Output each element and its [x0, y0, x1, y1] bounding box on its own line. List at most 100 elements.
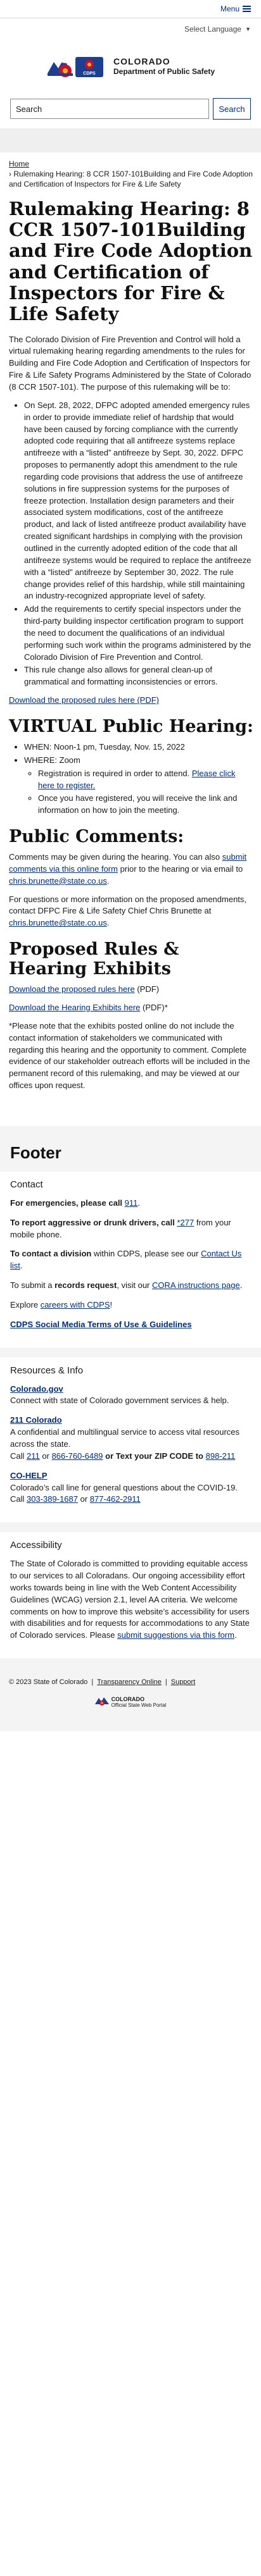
records-line: To submit a records request, visit our C… [10, 1280, 251, 1292]
purpose-item: On Sept. 28, 2022, DFPC adopted amended … [24, 400, 253, 602]
phone-link[interactable]: 877-462-2911 [90, 1494, 141, 1504]
resource-desc: or [80, 1494, 88, 1504]
report-text: To report aggressive or drunk drivers, c… [10, 1217, 175, 1227]
menu-label: Menu [220, 4, 239, 13]
resource-desc: or [42, 1451, 49, 1461]
careers-link[interactable]: careers with CDPS [41, 1300, 110, 1310]
breadcrumb-home-link[interactable]: Home [9, 159, 29, 168]
logo-badge: CDPS [83, 71, 96, 76]
footer-title: Footer [10, 1143, 61, 1162]
careers-text: Explore [10, 1299, 39, 1310]
careers-text: ! [110, 1299, 113, 1310]
purpose-list: On Sept. 28, 2022, DFPC adopted amended … [9, 400, 253, 688]
logo-state-name: COLORADO [113, 56, 170, 66]
breadcrumb-separator: › [9, 170, 11, 179]
colorado-gov-link[interactable]: Colorado.gov [10, 1384, 63, 1394]
exhibits-heading: Proposed Rules & Hearing Exhibits [9, 939, 179, 979]
resource-desc: A confidential and multilingual service … [10, 1427, 240, 1449]
comments-paragraph: Comments may be given during the hearing… [9, 851, 253, 888]
breadcrumb: Home › Rulemaking Hearing: 8 CCR 1507-10… [9, 159, 253, 190]
where-value: Zoom [59, 755, 80, 765]
social-media-terms-link[interactable]: CDPS Social Media Terms of Use & Guideli… [10, 1320, 192, 1329]
emergency-text: For emergencies, please call [10, 1198, 123, 1208]
report-line: To report aggressive or drunk drivers, c… [10, 1217, 251, 1241]
colorado-logo-icon: CDPS [46, 52, 107, 81]
phone-link[interactable]: 211 [27, 1451, 40, 1461]
contact-text: For questions or more information on the… [9, 894, 247, 916]
contact-text: . [106, 918, 110, 928]
seal-subtitle: Official State Web Portal [111, 1702, 167, 1709]
resource-cohelp: CO-HELP Colorado’s call line for general … [10, 1470, 251, 1506]
chevron-down-icon: ▼ [245, 26, 251, 32]
footer-resources-section: Resources & Info Colorado.gov Connect wit… [0, 1357, 261, 1523]
comments-text: Comments may be given during the hearing… [9, 852, 220, 862]
hearing-exhibits-download-link[interactable]: Download the Hearing Exhibits here [9, 1003, 140, 1012]
contact-paragraph: For questions or more information on the… [9, 894, 253, 930]
resource-211: 211 Colorado A confidential and multiling… [10, 1415, 251, 1462]
report-phone-link[interactable]: *277 [177, 1218, 194, 1227]
virtual-hearing-heading: VIRTUAL Public Hearing: [9, 716, 253, 736]
accessibility-text: The State of Colorado is committed to pr… [10, 1559, 250, 1640]
records-text: , visit our [117, 1280, 150, 1291]
accessibility-text: . [234, 1630, 237, 1640]
phone-link[interactable]: 866-760-6489 [52, 1451, 103, 1461]
resource-desc: or Text your ZIP CODE to [105, 1451, 203, 1461]
phone-link[interactable]: 303-389-1687 [27, 1494, 78, 1504]
seal-text: COLORADO Official State Web Portal [111, 1696, 167, 1709]
language-selector[interactable]: Select Language ▼ [0, 18, 261, 40]
colorado-211-link[interactable]: 211 Colorado [10, 1415, 62, 1425]
top-bar: Menu [0, 0, 261, 18]
proposed-rules-download-link[interactable]: Download the proposed rules here [9, 984, 135, 994]
support-link[interactable]: Support [171, 1678, 196, 1686]
site-footer: Footer Contact For emergencies, please c… [0, 1126, 261, 1731]
hamburger-icon [243, 6, 251, 12]
records-text: To submit a [10, 1280, 53, 1291]
accessibility-paragraph: The State of Colorado is committed to pr… [10, 1558, 251, 1642]
registration-text: Registration is required in order to att… [38, 768, 190, 778]
division-text: . [20, 1261, 23, 1271]
site-logo[interactable]: CDPS COLORADO Department of Public Safet… [0, 40, 261, 93]
emergency-line: For emergencies, please call 911. [10, 1198, 251, 1210]
when-label: WHEN: [24, 741, 52, 752]
resource-co-gov: Colorado.gov Connect with state of Colora… [10, 1384, 251, 1408]
resource-desc: Colorado’s call line for general questio… [10, 1482, 238, 1492]
language-label: Select Language [184, 25, 242, 34]
hearing-details-list: WHEN: Noon-1 pm, Tuesday, Nov. 15, 2022 … [9, 741, 253, 817]
purpose-item: This rule change also allows for general… [24, 664, 253, 688]
search-button[interactable]: Search [213, 98, 251, 120]
email-link[interactable]: chris.brunette@state.co.us [9, 918, 107, 927]
cora-link[interactable]: CORA instructions page [152, 1280, 240, 1290]
file-type-label: (PDF)* [143, 1003, 168, 1013]
email-link[interactable]: chris.brunette@state.co.us [9, 876, 107, 886]
search-input[interactable] [10, 99, 209, 119]
page-title: Rulemaking Hearing: 8 CCR 1507-101Buildi… [9, 197, 253, 325]
state-portal-logo[interactable]: COLORADO Official State Web Portal [0, 1691, 261, 1719]
copyright: © 2023 State of Colorado [9, 1678, 88, 1687]
phone-link[interactable]: 898-211 [206, 1451, 236, 1461]
intro-paragraph: The Colorado Division of Fire Prevention… [9, 334, 251, 392]
co-help-link[interactable]: CO-HELP [10, 1471, 48, 1480]
division-line: To contact a division within CDPS, pleas… [10, 1248, 251, 1272]
comments-text: prior to the hearing or via email to [120, 864, 243, 874]
division-text: within CDPS, please see our [93, 1249, 199, 1259]
accessibility-form-link[interactable]: submit suggestions via this form [117, 1630, 234, 1640]
separator: | [165, 1678, 167, 1687]
resource-desc: Call [10, 1451, 25, 1461]
proposed-rules-link[interactable]: Download the proposed rules here (PDF) [9, 695, 159, 705]
division-text: To contact a division [10, 1249, 92, 1259]
hearing-when: WHEN: Noon-1 pm, Tuesday, Nov. 15, 2022 [24, 741, 253, 753]
seal-title: COLORADO [111, 1696, 145, 1703]
exhibit-link-row: Download the proposed rules here (PDF) [9, 984, 253, 996]
footer-bottom-bar: © 2023 State of Colorado | Transparency … [0, 1668, 261, 1691]
logo-department-name: Department of Public Safety [113, 67, 215, 77]
social-line: CDPS Social Media Terms of Use & Guideli… [10, 1319, 251, 1331]
hearing-sublist: Registration is required in order to att… [24, 768, 253, 817]
resource-desc: Connect with state of Colorado governmen… [10, 1396, 229, 1406]
resource-desc: Call [10, 1494, 25, 1504]
transparency-online-link[interactable]: Transparency Online [97, 1678, 162, 1686]
menu-button[interactable]: Menu [220, 4, 251, 13]
resources-heading: Resources & Info [10, 1365, 84, 1376]
footer-accessibility-section: Accessibility The State of Colorado is c… [0, 1532, 261, 1659]
emergency-phone-link[interactable]: 911 [125, 1198, 138, 1208]
contact-heading: Contact [10, 1179, 43, 1190]
